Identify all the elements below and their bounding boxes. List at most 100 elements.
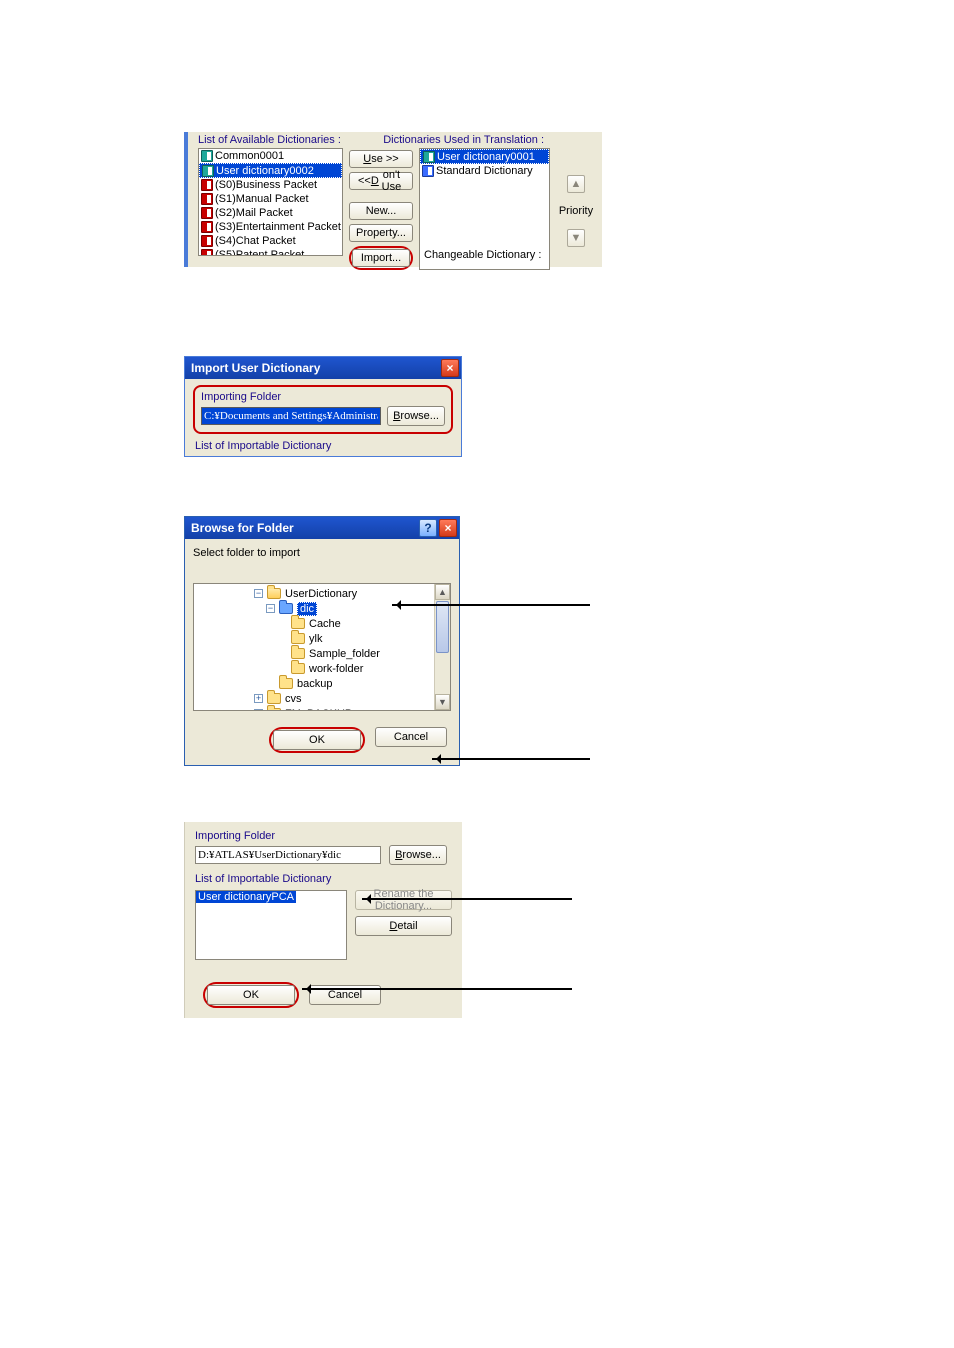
importing-folder-label: Importing Folder [195,830,452,842]
list-item-label: User dictionary0001 [437,151,535,163]
tree-node-label: dic [297,602,317,616]
importable-list-label: List of Importable Dictionary [195,873,452,885]
expand-icon[interactable]: + [254,709,263,710]
tree-node-label: UserDictionary [285,588,357,600]
annotation-arrow [432,758,590,760]
list-item-label: (S4)Chat Packet [215,235,296,247]
dictionaries-panel: List of Available Dictionaries : Diction… [184,132,602,267]
ok-button[interactable]: OK [207,985,295,1005]
importing-folder-label: Importing Folder [201,391,445,403]
tree-scrollbar[interactable]: ▲ ▼ [434,584,450,710]
folder-icon [267,693,281,704]
priority-up-button[interactable]: ▲ [567,175,585,193]
ok-highlight: OK [269,727,365,753]
expand-icon[interactable]: + [254,694,263,703]
close-icon[interactable]: × [441,359,459,377]
folder-icon [291,663,305,674]
dict-action-buttons: Use >> << Don't Use New... Property... I… [349,148,413,270]
list-item-label: (S0)Business Packet [215,179,317,191]
tree-node-label: work-folder [309,663,363,675]
browse-for-folder-dialog: Browse for Folder ? × Select folder to i… [184,516,460,766]
list-item[interactable]: Standard Dictionary [420,164,549,178]
dont-use-button[interactable]: << Don't Use [349,172,413,190]
tree-node[interactable]: +FM_BACKUP [194,706,434,710]
folder-icon [291,633,305,644]
tree-node[interactable]: ylk [194,631,434,646]
import-user-dictionary-dialog: Import User Dictionary × Importing Folde… [184,356,462,457]
folder-icon [267,708,281,710]
list-item[interactable]: (S2)Mail Packet [199,206,342,220]
used-dicts-label: Dictionaries Used in Translation : [383,134,544,146]
collapse-icon[interactable]: − [254,589,263,598]
browse-instruction: Select folder to import [193,547,451,559]
list-item[interactable]: Common0001 [199,149,342,163]
help-icon[interactable]: ? [419,519,437,537]
tree-node[interactable]: − UserDictionary [194,586,434,601]
tree-node[interactable]: Cache [194,616,434,631]
book-icon [201,179,213,191]
list-item-label: Standard Dictionary [436,165,533,177]
tree-node-label: Sample_folder [309,648,380,660]
available-dicts-list[interactable]: Common0001 User dictionary0002 (S0)Busines… [198,148,343,256]
importable-dict-list[interactable]: User dictionaryPCA [195,890,347,960]
book-icon [422,165,434,177]
folder-icon [279,678,293,689]
import-folder-path-input[interactable] [201,407,381,425]
dialog-title: Browse for Folder [191,521,294,535]
book-icon [202,165,214,177]
tree-node[interactable]: backup [194,676,434,691]
annotation-arrow [302,988,572,990]
priority-down-button[interactable]: ▼ [567,229,585,247]
list-item-label: (S2)Mail Packet [215,207,293,219]
import-folder-path-input[interactable] [195,846,381,864]
dialog-titlebar: Browse for Folder ? × [185,517,459,539]
property-button[interactable]: Property... [349,224,413,242]
folder-icon [267,588,281,599]
list-item[interactable]: (S3)Entertainment Packet [199,220,342,234]
scroll-down-icon[interactable]: ▼ [435,694,450,710]
list-item[interactable]: User dictionary0002 [199,163,342,178]
tree-node[interactable]: + cvs [194,691,434,706]
book-icon [201,235,213,247]
priority-label: Priority [559,205,593,217]
list-item[interactable]: (S4)Chat Packet [199,234,342,248]
dialog-title: Import User Dictionary [191,361,320,375]
book-icon [201,221,213,233]
ok-button[interactable]: OK [273,730,361,750]
importing-folder-highlight: Importing Folder Browse... [193,385,453,434]
folder-tree[interactable]: − UserDictionary − dicCache ylk Sample_folder… [193,583,451,711]
cancel-button[interactable]: Cancel [375,727,447,747]
detail-button[interactable]: Detail [355,916,452,936]
list-item[interactable]: (S0)Business Packet [199,178,342,192]
tree-node-label: ylk [309,633,322,645]
tree-node[interactable]: work-folder [194,661,434,676]
browse-button[interactable]: Browse... [389,845,447,865]
tree-node-label: backup [297,678,332,690]
close-icon[interactable]: × [439,519,457,537]
list-item-label: (S5)Patent Packet [215,249,304,256]
list-item-label: (S1)Manual Packet [215,193,309,205]
tree-node[interactable]: Sample_folder [194,646,434,661]
book-icon [423,151,435,163]
book-icon [201,207,213,219]
import-button[interactable]: Import... [352,249,410,267]
scroll-thumb[interactable] [436,601,449,653]
list-item-label: Common0001 [215,150,284,162]
list-item[interactable]: (S5)Patent Packet [199,248,342,256]
book-icon [201,193,213,205]
folder-icon [279,603,293,614]
tree-node-label: cvs [285,693,302,705]
scroll-up-icon[interactable]: ▲ [435,584,450,600]
annotation-arrow [362,898,572,900]
use-button[interactable]: Use >> [349,150,413,168]
importable-list-label: List of Importable Dictionary [185,436,461,456]
new-button[interactable]: New... [349,202,413,220]
list-item-label: User dictionary0002 [216,165,314,177]
browse-button[interactable]: Browse... [387,406,445,426]
collapse-icon[interactable]: − [266,604,275,613]
list-item-label: (S3)Entertainment Packet [215,221,341,233]
list-item[interactable]: User dictionary0001 [420,149,549,164]
book-icon [201,150,213,162]
list-item[interactable]: (S1)Manual Packet [199,192,342,206]
list-item[interactable]: User dictionaryPCA [196,891,296,903]
